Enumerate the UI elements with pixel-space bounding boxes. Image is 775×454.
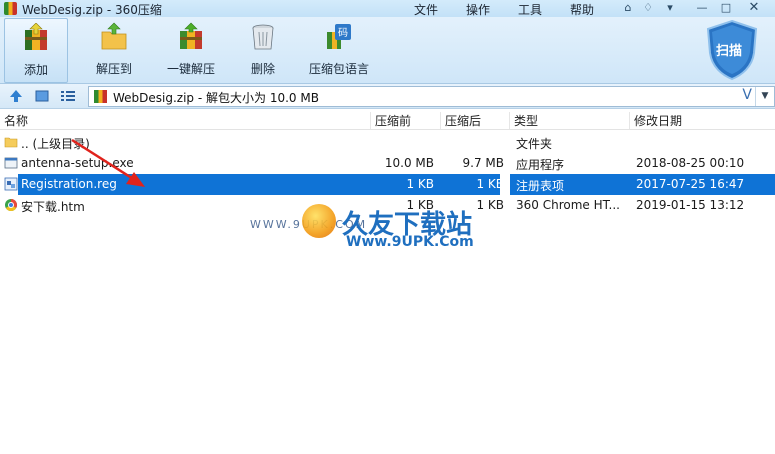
annotation-arrow-icon — [71, 138, 145, 187]
app-window: WebDesig.zip - 360压缩 文件 操作 工具 帮助 ⌂ ♢ ▾ —… — [0, 0, 775, 454]
